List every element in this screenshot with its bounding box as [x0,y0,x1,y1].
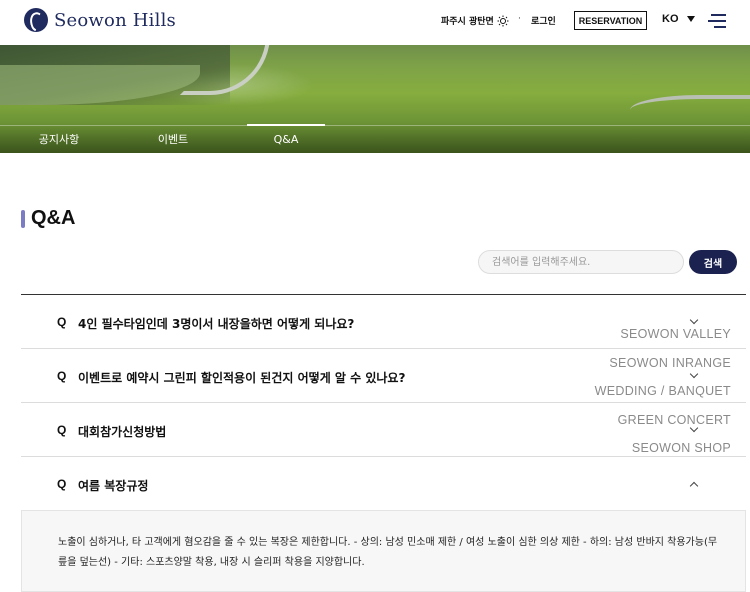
hero-cart-path [630,95,750,125]
site-link-green-concert[interactable]: GREEN CONCERT [618,413,731,427]
q-marker: Q [57,369,67,383]
sun-icon [497,15,509,26]
login-link[interactable]: 로그인 [531,14,556,27]
site-link-seowon-valley[interactable]: SEOWON VALLEY [620,327,731,341]
hero-banner: 공지사항 이벤트 Q&A [0,45,750,153]
faq-answer-panel: 노출이 심하거나, 타 고객에게 혐오감을 줄 수 있는 복장은 제한합니다. … [21,510,746,592]
language-label: KO [662,13,679,25]
title-accent-bar [21,209,25,228]
site-link-seowon-inrange[interactable]: SEOWON INRANGE [609,356,731,370]
language-selector[interactable]: KO [662,13,695,25]
q-marker: Q [57,477,67,491]
page-title-wrap: Q&A [21,207,75,230]
chevron-down-icon [689,315,699,325]
search-input[interactable] [478,250,684,274]
reservation-button[interactable]: RESERVATION [574,11,647,30]
q-marker: Q [57,315,67,329]
q-marker: Q [57,423,67,437]
weather-location: 파주시 광탄면 [441,14,509,27]
weather-location-label: 파주시 광탄면 [441,17,494,27]
header-separator: · [518,14,521,24]
tab-notice[interactable]: 공지사항 [0,125,118,153]
chevron-down-icon [689,369,699,379]
caret-down-icon [686,16,695,22]
site-link-wedding-banquet[interactable]: WEDDING / BANQUET [595,384,731,398]
tab-qa[interactable]: Q&A [247,124,325,153]
faq-question: 대회참가신청방법 [78,425,167,439]
chevron-up-icon [689,481,699,491]
hamburger-menu-icon[interactable] [708,14,726,28]
page-title: Q&A [31,207,76,229]
site-header: Seowon Hills 파주시 광탄면 · 로그인 RESERVATION K… [0,0,750,45]
faq-question: 4인 필수타임인데 3명이서 내장을하면 어떻게 되나요? [78,317,355,331]
faq-item-expanded[interactable]: Q 여름 복장규정 [21,457,746,511]
logo-mark-icon [24,8,48,32]
tab-event[interactable]: 이벤트 [114,125,232,153]
faq-question: 여름 복장규정 [78,479,149,493]
faq-question: 이벤트로 예약시 그린피 할인적용이 된건지 어떻게 알 수 있나요? [78,371,406,385]
hero-cart-path [180,45,270,95]
site-link-seowon-shop[interactable]: SEOWON SHOP [632,441,731,455]
faq-answer: 노출이 심하거나, 타 고객에게 혐오감을 줄 수 있는 복장은 제한합니다. … [58,537,718,568]
logo[interactable]: Seowon Hills [24,8,176,32]
logo-text: Seowon Hills [54,9,176,31]
search-button[interactable]: 검색 [689,250,737,274]
